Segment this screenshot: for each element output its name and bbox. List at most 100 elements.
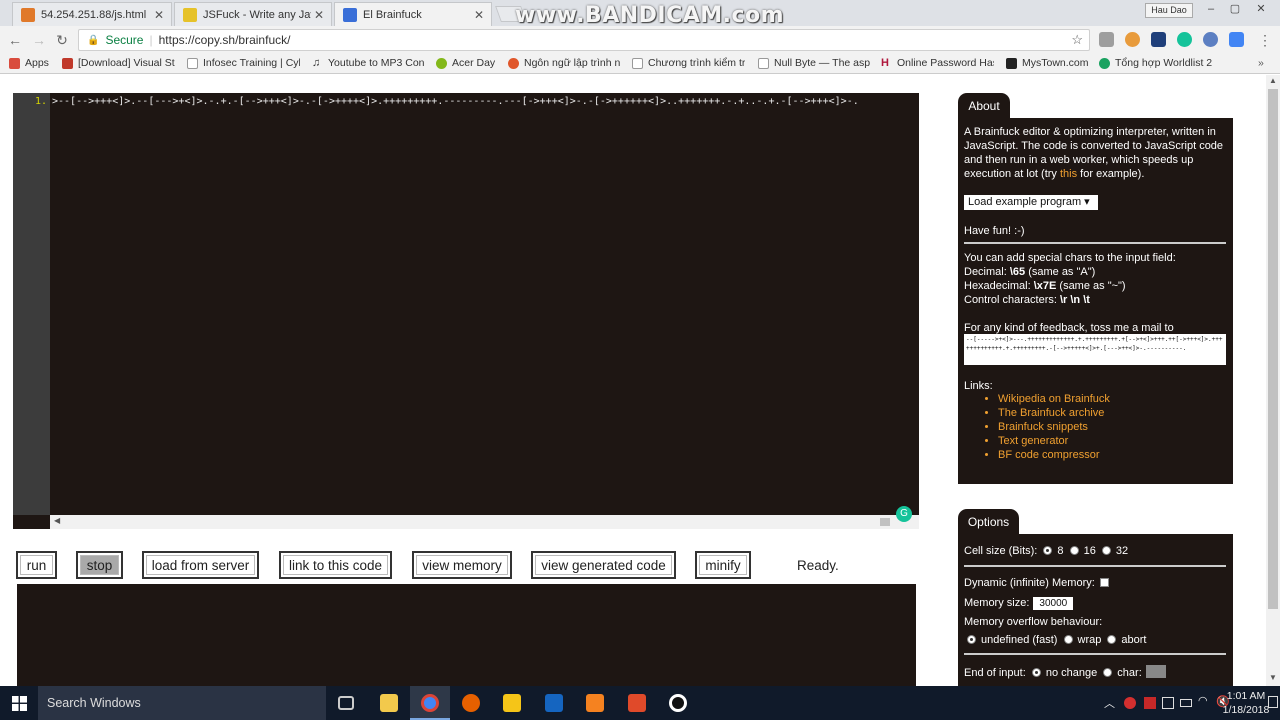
end-input-char-field[interactable] — [1145, 665, 1166, 678]
page-vertical-scrollbar[interactable]: ▲ ▼ — [1266, 75, 1280, 686]
browser-tab-jsfuck[interactable]: JSFuck - Write any JavaSc ✕ — [174, 2, 332, 26]
scrollbar-thumb[interactable] — [880, 518, 890, 526]
end-input-char-radio[interactable] — [1103, 668, 1113, 677]
scroll-left-icon[interactable]: ◀ — [54, 516, 60, 525]
firefox-icon[interactable] — [462, 694, 480, 712]
address-bar[interactable]: 🔒 Secure | https://copy.sh/brainfuck/ ☆ — [78, 29, 1090, 51]
secure-label: Secure — [105, 33, 144, 47]
more-bookmarks-icon[interactable]: » — [1258, 57, 1272, 69]
tray-chevron-up-icon[interactable]: ︿ — [1104, 695, 1115, 711]
back-arrow-icon[interactable]: ← — [6, 31, 24, 49]
app-icon[interactable] — [503, 694, 521, 712]
extension-icon[interactable] — [1203, 32, 1218, 47]
view-memory-button[interactable]: view memory — [412, 551, 512, 579]
burp-suite-icon[interactable] — [628, 694, 646, 712]
tab-close-icon[interactable]: ✕ — [311, 8, 327, 22]
profile-button[interactable]: Hau Dao — [1145, 3, 1193, 18]
chrome-icon[interactable] — [421, 694, 439, 712]
overflow-undefined-radio[interactable] — [967, 635, 976, 644]
overflow-abort-radio[interactable] — [1107, 635, 1117, 644]
bookmark-item[interactable]: Chương trình kiểm tr — [632, 57, 745, 69]
extension-icon[interactable] — [1099, 32, 1114, 47]
tab-close-icon[interactable]: ✕ — [471, 8, 487, 22]
run-button[interactable]: run — [16, 551, 57, 579]
horizontal-scrollbar[interactable]: ◀ — [50, 515, 919, 529]
bookmark-item[interactable]: ♫ Youtube to MP3 Con — [312, 57, 425, 69]
link-brainfuck-snippets[interactable]: Brainfuck snippets — [998, 420, 1110, 434]
link-text-generator[interactable]: Text generator — [998, 434, 1110, 448]
windows-start-icon[interactable] — [12, 696, 27, 711]
bookmarks-bar: Apps [Download] Visual St Infosec Traini… — [0, 54, 1280, 74]
tab-options[interactable]: Options — [958, 509, 1019, 535]
bookmark-item[interactable]: Acer Day — [436, 57, 498, 69]
apps-grid-icon — [9, 57, 20, 69]
chrome-menu-icon[interactable]: ⋮ — [1256, 31, 1274, 49]
scroll-down-icon[interactable]: ▼ — [1269, 673, 1277, 682]
load-from-server-button[interactable]: load from server — [142, 551, 259, 579]
extension-cookie-icon[interactable] — [1125, 32, 1140, 47]
tray-record-icon[interactable] — [1124, 697, 1136, 709]
minify-button[interactable]: minify — [695, 551, 751, 579]
load-example-select[interactable]: Load example program ▾ — [964, 195, 1098, 210]
extension-icon[interactable] — [1151, 32, 1166, 47]
stop-button[interactable]: stop — [76, 551, 123, 579]
bookmark-label: Chương trình kiểm tr — [648, 57, 745, 69]
bookmark-item[interactable]: Ngôn ngữ lập trình n — [508, 57, 620, 69]
task-view-icon[interactable] — [338, 696, 354, 710]
tab-close-icon[interactable]: ✕ — [151, 8, 167, 22]
link-wikipedia[interactable]: Wikipedia on Brainfuck — [998, 392, 1110, 406]
bookmark-item[interactable]: Tổng hợp Worldlist 2 — [1099, 57, 1213, 69]
tab-about[interactable]: About — [958, 93, 1010, 119]
dev-cpp-icon[interactable] — [545, 694, 563, 712]
url-text[interactable]: https://copy.sh/brainfuck/ — [159, 33, 291, 47]
battery-icon[interactable] — [1180, 699, 1192, 707]
memory-size-row: Memory size: 30000 — [964, 596, 1226, 610]
sublime-text-icon[interactable] — [586, 694, 604, 712]
bookmark-star-icon[interactable]: ☆ — [1071, 32, 1083, 48]
bookmark-item[interactable]: Null Byte — The aspi — [758, 57, 870, 69]
forward-arrow-icon[interactable]: → — [30, 31, 48, 49]
code-editor[interactable]: 1. >--[-->+++<]>.--[--->+<]>.-.+.-[-->++… — [13, 93, 919, 529]
grammarly-extension-icon[interactable] — [1177, 32, 1192, 47]
end-input-no-change-radio[interactable] — [1031, 668, 1041, 677]
cell-size-16-label: 16 — [1083, 545, 1096, 557]
cell-size-16-radio[interactable] — [1069, 546, 1079, 555]
output-area[interactable] — [17, 584, 916, 686]
decimal-code: \65 — [1009, 266, 1026, 278]
link-to-this-code-button[interactable]: link to this code — [279, 551, 392, 579]
action-center-icon[interactable] — [1268, 696, 1278, 708]
cell-size-32-radio[interactable] — [1101, 546, 1111, 555]
link-brainfuck-archive[interactable]: The Brainfuck archive — [998, 406, 1110, 420]
minimize-icon[interactable]: – — [1200, 2, 1222, 16]
overflow-wrap-radio[interactable] — [1063, 635, 1073, 644]
wifi-icon[interactable]: ◠ — [1198, 694, 1208, 707]
translate-extension-icon[interactable] — [1229, 32, 1244, 47]
file-explorer-icon[interactable] — [380, 694, 398, 712]
bookmark-apps[interactable]: Apps — [9, 57, 59, 69]
link-bf-code-compressor[interactable]: BF code compressor — [998, 448, 1110, 462]
memory-size-input[interactable]: 30000 — [1033, 597, 1074, 610]
view-generated-code-button[interactable]: view generated code — [531, 551, 676, 579]
tray-app-icon[interactable] — [1144, 697, 1156, 709]
browser-tab-brainfuck[interactable]: El Brainfuck ✕ — [334, 2, 492, 26]
options-panel: Cell size (Bits): 8 16 32 Dynamic (infin… — [958, 534, 1233, 686]
code-line[interactable]: >--[-->+++<]>.--[--->+<]>.-.+.-[-->+++<]… — [52, 96, 918, 107]
reload-icon[interactable]: ↻ — [53, 31, 71, 49]
maximize-icon[interactable]: ▢ — [1224, 2, 1246, 16]
taskbar-clock[interactable]: 1:01 AM 1/18/2018 — [1222, 689, 1270, 717]
cell-size-8-radio[interactable] — [1043, 546, 1053, 555]
browser-tab-js-html[interactable]: 54.254.251.88/js.html ✕ — [12, 2, 172, 26]
tray-app-icon[interactable] — [1162, 697, 1174, 709]
bandicam-record-icon[interactable] — [669, 694, 687, 712]
scrollbar-thumb[interactable] — [1268, 89, 1278, 609]
scroll-up-icon[interactable]: ▲ — [1269, 76, 1277, 85]
bookmark-item[interactable]: H Online Password Has — [881, 57, 994, 69]
grammarly-icon[interactable]: G — [896, 506, 912, 522]
windows-search-box[interactable]: Search Windows — [38, 686, 326, 720]
close-window-icon[interactable]: ✕ — [1250, 2, 1272, 16]
bookmark-item[interactable]: [Download] Visual St — [62, 57, 176, 69]
bookmark-item[interactable]: MysTown.com — [1006, 57, 1092, 69]
bookmark-item[interactable]: Infosec Training | Cyb — [187, 57, 300, 69]
example-link[interactable]: this — [1060, 168, 1077, 180]
dynamic-memory-checkbox[interactable] — [1099, 578, 1109, 587]
